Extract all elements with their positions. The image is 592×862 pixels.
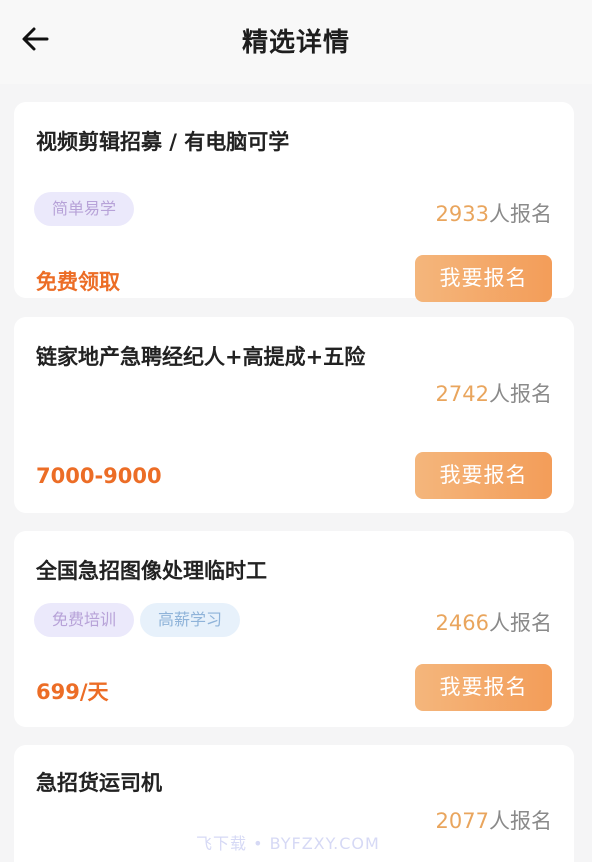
signup-button[interactable]: 我要报名 (415, 452, 552, 499)
signup-count-suffix: 人报名 (489, 611, 552, 635)
signup-button[interactable]: 我要报名 (415, 255, 552, 302)
job-tag: 高薪学习 (140, 603, 241, 637)
job-card[interactable]: 全国急招图像处理临时工 免费培训 高薪学习 2466人报名 699/天 我要报名 (14, 531, 574, 727)
page-title: 精选详情 (241, 28, 350, 58)
tag-list: 免费培训 高薪学习 (34, 603, 241, 637)
signup-count-number: 2466 (435, 611, 489, 635)
job-title: 急招货运司机 (36, 771, 162, 795)
signup-count: 2933人报名 (436, 198, 552, 228)
signup-count-suffix: 人报名 (489, 809, 552, 833)
signup-count-suffix: 人报名 (489, 382, 552, 406)
job-tag: 简单易学 (34, 192, 135, 226)
job-card[interactable]: 链家地产急聘经纪人+高提成+五险 2742人报名 7000-9000 我要报名 (14, 317, 574, 513)
job-title: 视频剪辑招募 / 有电脑可学 (36, 130, 290, 154)
signup-button[interactable]: 我要报名 (415, 664, 552, 711)
job-salary: 7000-9000 (36, 464, 162, 488)
job-card[interactable]: 视频剪辑招募 / 有电脑可学 简单易学 2933人报名 免费领取 我要报名 (14, 102, 574, 302)
job-title: 链家地产急聘经纪人+高提成+五险 (36, 345, 366, 369)
job-tag: 免费培训 (34, 603, 135, 637)
signup-count-suffix: 人报名 (489, 202, 552, 226)
job-title: 全国急招图像处理临时工 (36, 559, 267, 583)
tag-list: 简单易学 (34, 192, 135, 226)
signup-count: 2742人报名 (436, 378, 552, 408)
watermark: 飞下载 • BYFZXY.COM (196, 834, 380, 853)
signup-count-number: 2742 (435, 382, 489, 406)
job-salary: 免费领取 (36, 270, 120, 294)
signup-count-number: 2933 (435, 202, 489, 226)
job-list[interactable]: 视频剪辑招募 / 有电脑可学 简单易学 2933人报名 免费领取 我要报名 链家… (0, 84, 592, 862)
signup-count: 2077人报名 (436, 805, 552, 835)
signup-count-number: 2077 (435, 809, 489, 833)
app-header: 精选详情 (0, 0, 592, 84)
signup-count: 2466人报名 (436, 607, 552, 637)
job-salary: 699/天 (36, 680, 109, 704)
